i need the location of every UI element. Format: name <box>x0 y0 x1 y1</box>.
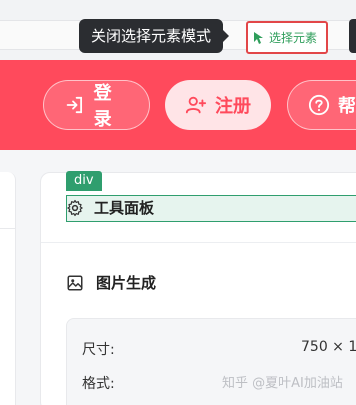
extension-panel-edge <box>349 19 356 53</box>
sidebar-divider <box>0 228 15 229</box>
cursor-icon <box>254 31 263 44</box>
page: 关闭选择元素模式 选择元素 登录 注册 帮 div 工具面板 图片生成 尺寸: … <box>0 0 356 405</box>
tools-title-text: 工具面板 <box>94 199 155 217</box>
image-generation-text: 图片生成 <box>96 274 157 292</box>
image-icon <box>67 275 83 290</box>
register-label: 注册 <box>215 96 251 117</box>
inspector-tooltip: 关闭选择元素模式 <box>79 19 230 53</box>
panel-divider <box>41 242 356 243</box>
image-generation-title: 图片生成 <box>66 272 156 293</box>
format-label: 格式: <box>82 376 115 392</box>
help-icon <box>308 94 330 116</box>
select-element-button[interactable]: 选择元素 <box>246 21 328 54</box>
login-icon <box>66 96 83 114</box>
add-user-icon <box>185 96 207 114</box>
size-value: 750 × 1 <box>301 339 356 355</box>
element-tag-badge: div <box>66 171 102 191</box>
left-sidebar <box>0 172 16 405</box>
login-button[interactable]: 登录 <box>43 80 150 130</box>
help-label: 帮 <box>338 96 356 117</box>
size-label: 尺寸: <box>82 342 115 358</box>
tools-panel-title: 工具面板 <box>66 197 154 218</box>
login-label: 登录 <box>93 83 112 130</box>
site-header: 登录 注册 帮 <box>0 60 356 150</box>
gear-icon <box>67 199 83 216</box>
select-element-label: 选择元素 <box>269 31 318 45</box>
register-button[interactable]: 注册 <box>165 80 271 130</box>
help-button[interactable]: 帮 <box>287 80 356 130</box>
watermark: 知乎 @夏叶AI加油站 <box>222 376 343 391</box>
